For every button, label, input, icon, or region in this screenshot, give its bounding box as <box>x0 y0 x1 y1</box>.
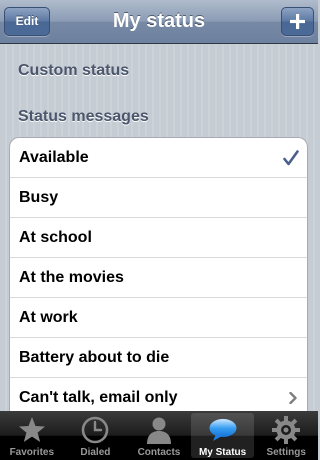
list-item[interactable]: Busy <box>10 178 307 218</box>
person-icon <box>146 417 171 444</box>
list-item[interactable]: At school <box>10 218 307 258</box>
list-item[interactable]: Available <box>10 138 307 178</box>
list-item-label: At school <box>19 229 92 246</box>
list-item-label: Busy <box>19 189 59 206</box>
tab-label: My Status <box>198 447 247 458</box>
speech-bubble-icon <box>209 419 237 441</box>
chevron-right-icon <box>289 392 297 404</box>
status-messages-list: Available Busy At school At the movies A… <box>9 137 308 427</box>
list-item-label: At the movies <box>19 269 124 286</box>
star-icon <box>18 417 45 442</box>
tab-label: Dialed <box>80 447 111 458</box>
tab-label: Settings <box>266 447 306 458</box>
list-item[interactable]: At the movies <box>10 258 307 298</box>
page-title: My status <box>112 10 206 32</box>
tab-label: Favorites <box>9 447 55 458</box>
tab-bar: Favorites Dialed Contacts My Status Sett… <box>0 411 318 460</box>
tab-my-status[interactable]: My Status <box>190 413 255 458</box>
plus-icon <box>290 14 305 29</box>
list-item-label: Battery about to die <box>19 349 170 366</box>
list-item-label: At work <box>19 309 78 326</box>
checkmark-icon <box>283 150 299 166</box>
tab-contacts[interactable]: Contacts <box>127 411 191 460</box>
tab-dialed[interactable]: Dialed <box>64 411 128 460</box>
gear-icon <box>272 416 301 444</box>
list-item[interactable]: Battery about to die <box>10 338 307 378</box>
tab-settings[interactable]: Settings <box>254 411 318 460</box>
custom-status-header[interactable]: Custom status <box>18 62 129 80</box>
add-button[interactable] <box>281 7 314 36</box>
status-messages-header: Status messages <box>18 108 149 125</box>
clock-icon <box>82 416 109 444</box>
list-item-label: Available <box>19 149 89 166</box>
tab-label: Contacts <box>137 447 181 458</box>
list-item[interactable]: At work <box>10 298 307 338</box>
navigation-bar: Edit My status <box>0 0 318 44</box>
tab-favorites[interactable]: Favorites <box>0 411 64 460</box>
